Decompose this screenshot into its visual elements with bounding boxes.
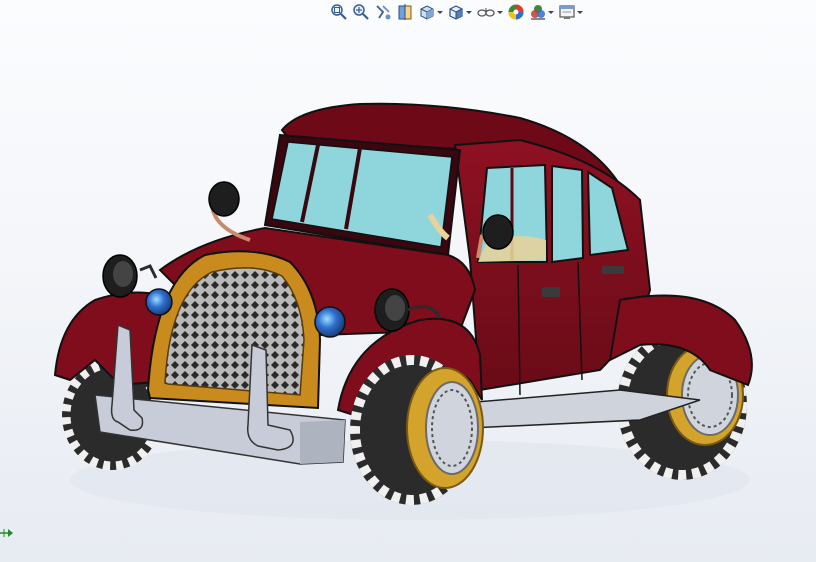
car-3d-model[interactable] xyxy=(0,0,816,562)
left-side-mirror xyxy=(208,181,251,242)
left-horn-lamp xyxy=(102,254,138,298)
graphics-viewport[interactable] xyxy=(0,0,816,562)
reference-triad-icon xyxy=(0,529,13,537)
right-horn-lamp xyxy=(374,288,410,332)
